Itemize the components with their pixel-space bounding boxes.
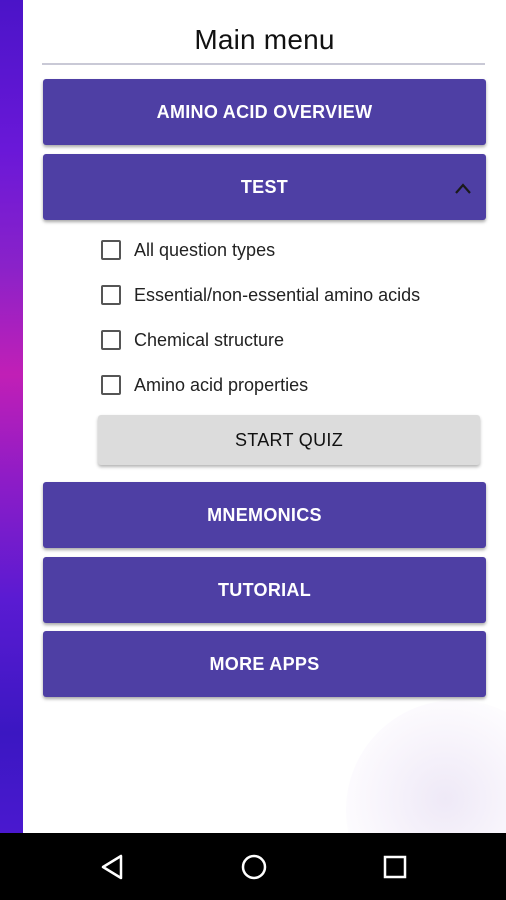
navigation-bar	[0, 833, 506, 900]
back-triangle-icon[interactable]	[99, 853, 127, 881]
decorative-globe-watermark	[346, 700, 506, 833]
title-divider	[42, 63, 485, 65]
start-quiz-button[interactable]: START QUIZ	[98, 415, 480, 465]
checkbox-amino-acid-properties[interactable]	[101, 375, 121, 395]
option-essential-non-essential[interactable]: Essential/non-essential amino acids	[101, 281, 420, 309]
chevron-up-icon[interactable]	[454, 180, 472, 198]
option-amino-acid-properties[interactable]: Amino acid properties	[101, 371, 308, 399]
checkbox-all-question-types[interactable]	[101, 240, 121, 260]
main-panel: Main menu AMINO ACID OVERVIEW TEST All q…	[23, 0, 506, 833]
home-circle-icon[interactable]	[240, 853, 268, 881]
option-label: Chemical structure	[134, 329, 285, 350]
option-label: Amino acid properties	[134, 374, 309, 395]
test-button-label: TEST	[240, 177, 289, 197]
recents-square-icon[interactable]	[381, 853, 409, 881]
background-gradient-strip	[0, 0, 23, 833]
test-button[interactable]: TEST	[43, 154, 486, 220]
tutorial-button[interactable]: TUTORIAL	[43, 557, 486, 623]
option-label: Essential/non-essential amino acids	[134, 284, 421, 305]
screen: Main menu AMINO ACID OVERVIEW TEST All q…	[0, 0, 506, 900]
option-all-question-types[interactable]: All question types	[101, 236, 275, 264]
mnemonics-button[interactable]: MNEMONICS	[43, 482, 486, 548]
page-title: Main menu	[194, 24, 335, 55]
checkbox-essential-non-essential[interactable]	[101, 285, 121, 305]
option-chemical-structure[interactable]: Chemical structure	[101, 326, 284, 354]
checkbox-chemical-structure[interactable]	[101, 330, 121, 350]
option-label: All question types	[134, 239, 276, 260]
more-apps-button[interactable]: MORE APPS	[43, 631, 486, 697]
amino-acid-overview-button[interactable]: AMINO ACID OVERVIEW	[43, 79, 486, 145]
